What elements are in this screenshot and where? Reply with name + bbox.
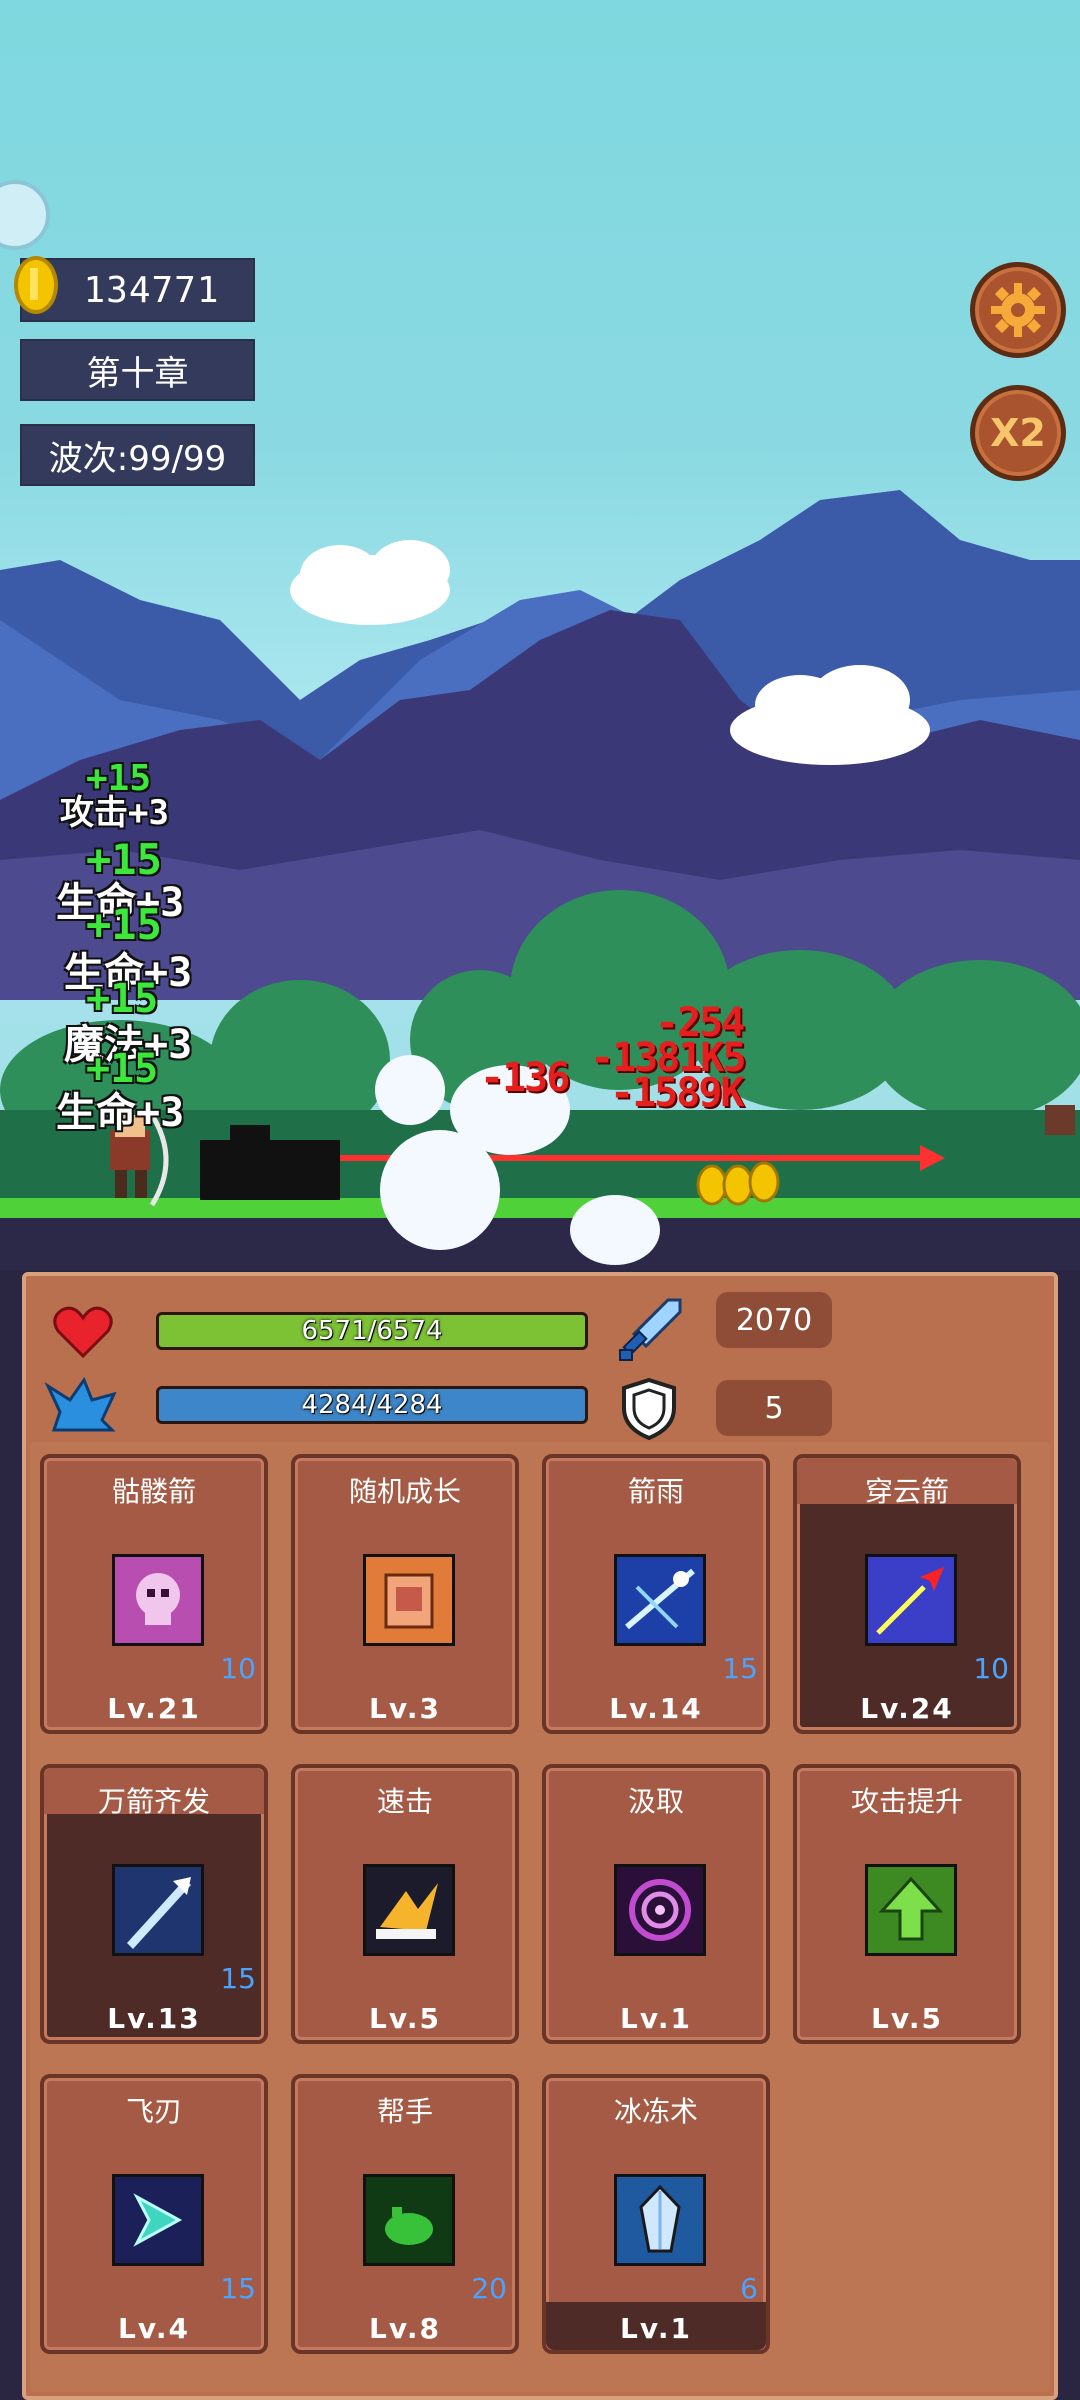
arrow-rain-icon (614, 1554, 706, 1646)
skill-level: Lv.13 (107, 2002, 201, 2035)
skill-name: 飞刃 (125, 2095, 182, 2128)
skill-level: Lv.21 (107, 1692, 201, 1725)
skill-name: 冰冻术 (613, 2095, 698, 2128)
up-arrow-icon (865, 1864, 957, 1956)
skill-name: 攻击提升 (850, 1785, 963, 1818)
wave-label: 波次:99/99 (20, 424, 255, 486)
damage-number: -136 (480, 1055, 570, 1101)
hp-value: 6571/6574 (301, 1316, 443, 1346)
wave-text: 波次:99/99 (48, 438, 227, 479)
battle-scene: 134771 第十章 波次:99/99 X2 +15 攻击+3 +15 生命+3 +15… (0, 0, 1080, 1270)
skill-level: Lv.14 (609, 1692, 703, 1725)
skill-count: 15 (722, 1652, 758, 1685)
shield-icon (622, 1377, 676, 1441)
defense-value: 5 (716, 1380, 832, 1436)
skill-level: Lv.5 (871, 2002, 943, 2035)
skill-card[interactable]: 攻击提升 Lv.5 (793, 1764, 1021, 2044)
attack-value: 2070 (716, 1292, 832, 1348)
settings-button[interactable] (970, 262, 1066, 358)
flying-blade-icon (112, 2174, 204, 2266)
sword-icon (619, 1298, 682, 1361)
skill-card[interactable]: 箭雨 15 Lv.14 (542, 1454, 770, 1734)
skill-name: 汲取 (627, 1785, 684, 1818)
defense-text: 5 (764, 1390, 784, 1426)
piercing-arrow-icon (865, 1554, 957, 1646)
skill-card[interactable]: 速击 Lv.5 (291, 1764, 519, 2044)
skill-card[interactable]: 随机成长 Lv.3 (291, 1454, 519, 1734)
skill-count: 15 (220, 2272, 256, 2305)
skill-name: 箭雨 (627, 1475, 684, 1508)
skill-name: 帮手 (376, 2095, 433, 2128)
attack-text: 2070 (735, 1302, 813, 1338)
skill-level: Lv.5 (369, 2002, 441, 2035)
skill-level: Lv.1 (620, 2312, 692, 2345)
skill-card[interactable]: 飞刃 15 Lv.4 (40, 2074, 268, 2354)
skill-name: 随机成长 (348, 1475, 461, 1508)
ice-crystal-icon (614, 2174, 706, 2266)
skill-name: 速击 (376, 1785, 433, 1818)
chapter-label: 第十章 (20, 339, 255, 401)
skill-level: Lv.24 (860, 1692, 954, 1725)
floating-text: 生命+3 (56, 1090, 185, 1136)
skill-card[interactable]: 帮手 20 Lv.8 (291, 2074, 519, 2354)
speed-x2-button[interactable]: X2 (970, 385, 1066, 481)
stats-panel: 6571/6574 2070 4284/4284 5 骷髅箭 10 Lv.21 随机成… (22, 1272, 1058, 2400)
skill-level: Lv.3 (369, 1692, 441, 1725)
speed-label: X2 (990, 411, 1046, 455)
chapter-text: 第十章 (86, 353, 189, 394)
vortex-icon (614, 1864, 706, 1956)
volley-icon (112, 1864, 204, 1956)
skill-card[interactable]: 穿云箭 10 Lv.24 (793, 1454, 1021, 1734)
skill-level: Lv.4 (118, 2312, 190, 2345)
skill-card[interactable]: 汲取 Lv.1 (542, 1764, 770, 2044)
hp-bar: 6571/6574 (156, 1312, 588, 1350)
fist-icon (363, 1554, 455, 1646)
skill-count: 6 (740, 2272, 758, 2305)
gear-icon (991, 283, 1045, 337)
coin-amount: 134771 (83, 269, 220, 311)
skill-level: Lv.8 (369, 2312, 441, 2345)
damage-number: -1589K (610, 1070, 744, 1116)
heart-icon (53, 1306, 113, 1359)
skill-count: 10 (220, 1652, 256, 1685)
mp-bar: 4284/4284 (156, 1386, 588, 1424)
skill-count: 10 (973, 1652, 1009, 1685)
slime-icon (363, 2174, 455, 2266)
skill-name: 穿云箭 (864, 1475, 949, 1508)
mana-crystal-icon (44, 1376, 117, 1432)
skull-icon (112, 1554, 204, 1646)
mp-value: 4284/4284 (301, 1390, 443, 1420)
skill-count: 20 (471, 2272, 507, 2305)
floating-text: 攻击+3 (60, 793, 169, 833)
skill-level: Lv.1 (620, 2002, 692, 2035)
coin-icon (14, 256, 58, 314)
skill-name: 骷髅箭 (111, 1475, 196, 1508)
quick-strike-icon (363, 1864, 455, 1956)
skill-name: 万箭齐发 (97, 1785, 210, 1818)
skill-count: 15 (220, 1962, 256, 1995)
skill-card[interactable]: 冰冻术 6 Lv.1 (542, 2074, 770, 2354)
skill-card[interactable]: 万箭齐发 15 Lv.13 (40, 1764, 268, 2044)
skill-card[interactable]: 骷髅箭 10 Lv.21 (40, 1454, 268, 1734)
